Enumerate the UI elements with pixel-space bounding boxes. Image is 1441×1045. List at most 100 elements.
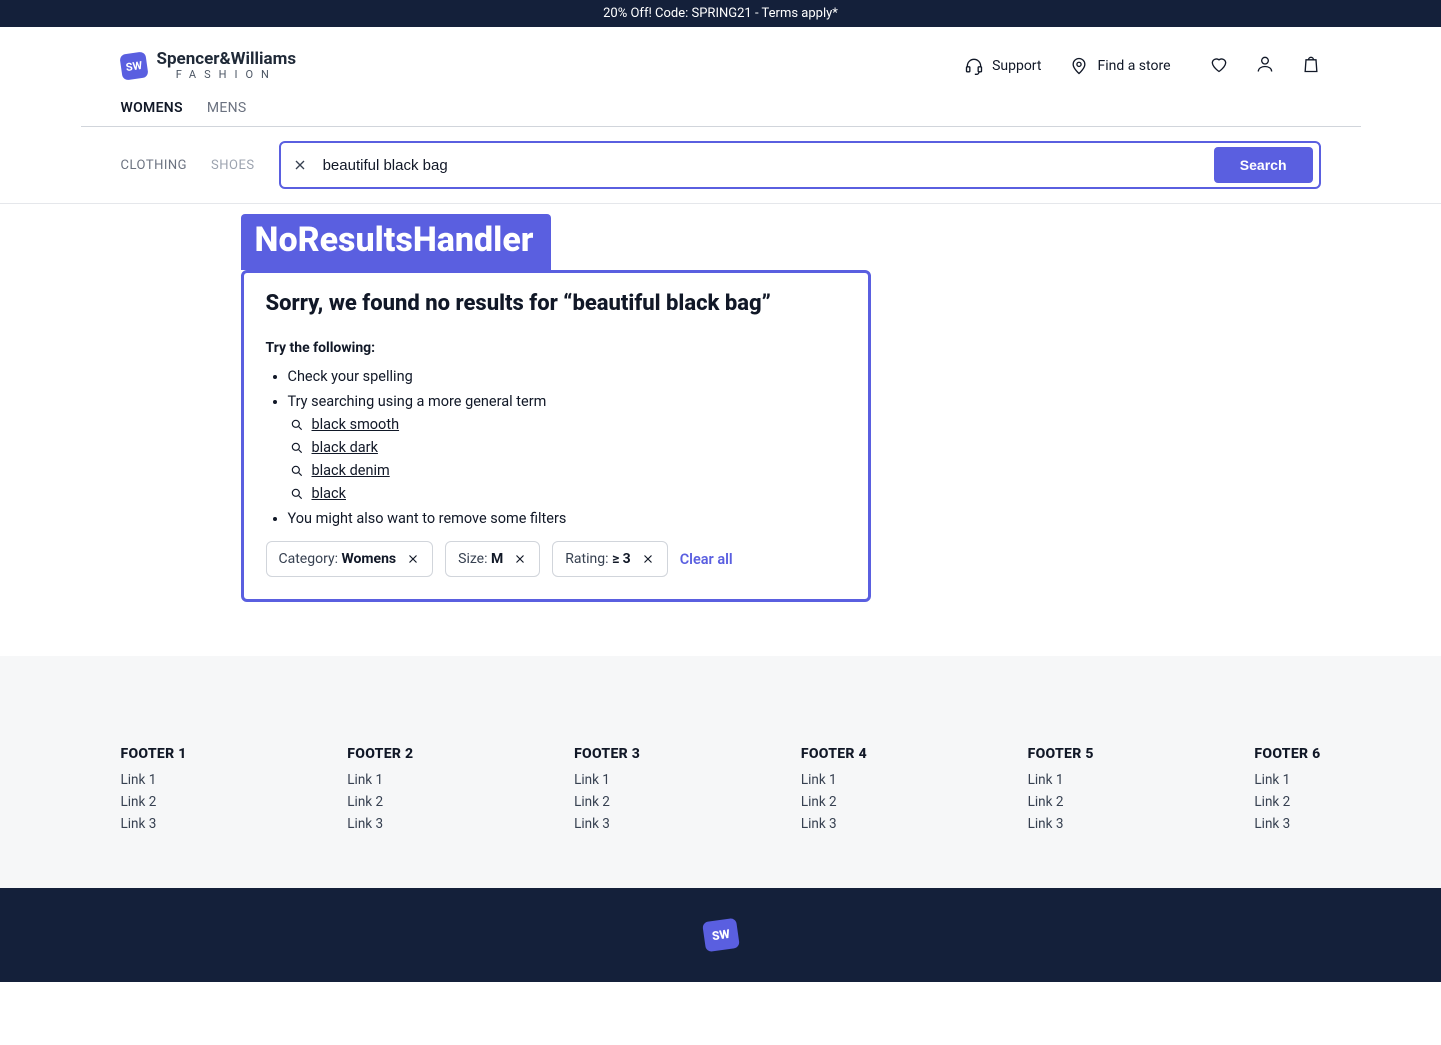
- support-label: Support: [992, 58, 1041, 74]
- gender-tabs: WOMENS MENS: [81, 90, 1361, 127]
- suggestion-item: black smooth: [290, 416, 846, 433]
- tab-mens[interactable]: MENS: [207, 90, 247, 126]
- search-box: Search: [279, 141, 1321, 189]
- footer-link[interactable]: Link 2: [574, 794, 640, 810]
- footer-title: FOOTER 2: [347, 746, 413, 762]
- applied-filters: Category: Womens Size: M Rating: ≥ 3 Cle…: [266, 541, 846, 577]
- heart-icon: [1209, 54, 1229, 74]
- search-input[interactable]: [319, 149, 1204, 182]
- suggestion-list: black smooth black dark black denim: [288, 416, 846, 502]
- heading-query: beautiful black bag: [572, 291, 761, 316]
- shopping-bag-icon: [1301, 54, 1321, 74]
- footer-col-4: FOOTER 4 Link 1 Link 2 Link 3: [801, 746, 867, 838]
- wishlist-button[interactable]: [1209, 54, 1229, 78]
- footer-title: FOOTER 6: [1254, 746, 1320, 762]
- header: SW Spencer&Williams FASHION Support Find…: [81, 27, 1361, 90]
- footer-title: FOOTER 4: [801, 746, 867, 762]
- footer-link[interactable]: Link 2: [347, 794, 413, 810]
- brand-name: Spencer&Williams: [157, 51, 297, 69]
- footer-link[interactable]: Link 3: [347, 816, 413, 832]
- headset-icon: [964, 56, 984, 76]
- clear-all-filters[interactable]: Clear all: [680, 551, 733, 568]
- brand-logo[interactable]: SW Spencer&Williams FASHION: [121, 51, 297, 80]
- footer-link[interactable]: Link 1: [1254, 772, 1320, 788]
- heading-prefix: Sorry, we found no results for “: [266, 291, 573, 316]
- footer-title: FOOTER 3: [574, 746, 640, 762]
- suggestion-link[interactable]: black denim: [312, 462, 390, 479]
- footer-link[interactable]: Link 1: [347, 772, 413, 788]
- tip-remove-filters: You might also want to remove some filte…: [288, 510, 846, 527]
- footer-link[interactable]: Link 1: [1028, 772, 1094, 788]
- filter-value: Womens: [341, 551, 396, 567]
- footer-link[interactable]: Link 2: [1028, 794, 1094, 810]
- suggestion-link[interactable]: black dark: [312, 439, 378, 456]
- footer-link[interactable]: Link 2: [801, 794, 867, 810]
- footer-link[interactable]: Link 1: [801, 772, 867, 788]
- close-icon: [641, 552, 655, 566]
- footer-brand-badge: SW: [702, 918, 740, 952]
- no-results-card: Sorry, we found no results for “beautifu…: [241, 270, 871, 602]
- find-store-link[interactable]: Find a store: [1069, 56, 1170, 76]
- header-icon-buttons: [1209, 54, 1321, 78]
- footer-link[interactable]: Link 3: [121, 816, 187, 832]
- filter-label: Rating:: [565, 551, 608, 567]
- location-pin-icon: [1069, 56, 1089, 76]
- footer-title: FOOTER 1: [121, 746, 187, 762]
- search-icon: [290, 441, 304, 455]
- tips-list: Check your spelling Try searching using …: [266, 368, 846, 527]
- search-icon: [290, 487, 304, 501]
- suggestion-item: black denim: [290, 462, 846, 479]
- tip-spelling: Check your spelling: [288, 368, 846, 385]
- filter-chip-rating[interactable]: Rating: ≥ 3: [552, 541, 667, 577]
- promo-bar: 20% Off! Code: SPRING21 - Terms apply*: [0, 0, 1441, 27]
- nav-shoes[interactable]: SHOES: [211, 158, 255, 173]
- filter-value: M: [491, 551, 503, 567]
- footer-link[interactable]: Link 3: [801, 816, 867, 832]
- filter-label: Size:: [458, 551, 487, 567]
- footer-link[interactable]: Link 1: [121, 772, 187, 788]
- footer-link[interactable]: Link 2: [1254, 794, 1320, 810]
- footer-link[interactable]: Link 2: [121, 794, 187, 810]
- cart-button[interactable]: [1301, 54, 1321, 78]
- footer-link[interactable]: Link 3: [1254, 816, 1320, 832]
- footer-col-5: FOOTER 5 Link 1 Link 2 Link 3: [1028, 746, 1094, 838]
- close-icon: [406, 552, 420, 566]
- header-actions: Support Find a store: [964, 54, 1320, 78]
- search-button[interactable]: Search: [1214, 147, 1313, 183]
- tab-womens[interactable]: WOMENS: [121, 90, 183, 126]
- account-button[interactable]: [1255, 54, 1275, 78]
- search-row: CLOTHING SHOES Search: [81, 127, 1361, 203]
- suggestion-link[interactable]: black: [312, 485, 347, 502]
- brand-subtitle: FASHION: [157, 69, 297, 81]
- footer-link[interactable]: Link 3: [574, 816, 640, 832]
- no-results-widget: NoResultsHandler Sorry, we found no resu…: [241, 214, 1321, 602]
- support-link[interactable]: Support: [964, 56, 1041, 76]
- footer-col-3: FOOTER 3 Link 1 Link 2 Link 3: [574, 746, 640, 838]
- suggestion-item: black: [290, 485, 846, 502]
- footer: FOOTER 1 Link 1 Link 2 Link 3 FOOTER 2 L…: [0, 656, 1441, 888]
- main-content: NoResultsHandler Sorry, we found no resu…: [81, 204, 1361, 632]
- filter-value: ≥ 3: [612, 551, 631, 567]
- footer-link[interactable]: Link 3: [1028, 816, 1094, 832]
- widget-title-badge: NoResultsHandler: [241, 214, 552, 270]
- no-results-heading: Sorry, we found no results for “beautifu…: [266, 291, 846, 316]
- heading-suffix: ”: [762, 291, 771, 316]
- search-icon: [290, 464, 304, 478]
- promo-text: 20% Off! Code: SPRING21 - Terms apply*: [603, 6, 838, 21]
- footer-link[interactable]: Link 1: [574, 772, 640, 788]
- filter-chip-size[interactable]: Size: M: [445, 541, 540, 577]
- suggestion-link[interactable]: black smooth: [312, 416, 400, 433]
- footer-col-6: FOOTER 6 Link 1 Link 2 Link 3: [1254, 746, 1320, 838]
- nav-clothing[interactable]: CLOTHING: [121, 158, 188, 173]
- close-icon: [292, 157, 308, 173]
- search-icon: [290, 418, 304, 432]
- footer-columns: FOOTER 1 Link 1 Link 2 Link 3 FOOTER 2 L…: [81, 746, 1361, 838]
- find-store-label: Find a store: [1097, 58, 1170, 74]
- brand-text: Spencer&Williams FASHION: [157, 51, 297, 80]
- suggestion-item: black dark: [290, 439, 846, 456]
- try-following-label: Try the following:: [266, 340, 846, 356]
- filter-chip-category[interactable]: Category: Womens: [266, 541, 434, 577]
- footer-title: FOOTER 5: [1028, 746, 1094, 762]
- filter-label: Category:: [279, 551, 338, 567]
- clear-search-button[interactable]: [291, 156, 309, 174]
